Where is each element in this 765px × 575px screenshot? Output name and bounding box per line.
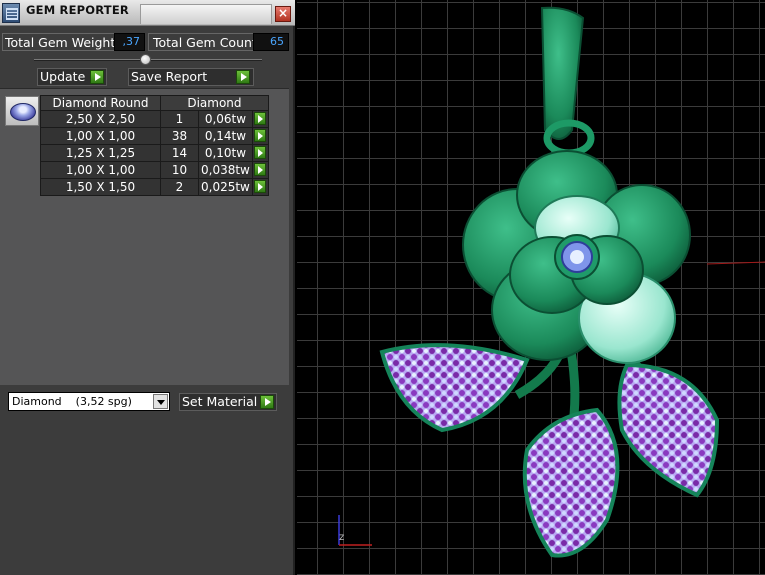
row-go-cell	[251, 178, 269, 196]
splitter-handle[interactable]	[140, 54, 151, 65]
total-gem-weight-value: ,37	[114, 33, 145, 51]
gem-count: 10	[160, 161, 199, 179]
total-gem-weight-label: Total Gem Weight	[2, 33, 119, 51]
row-go-cell	[251, 161, 269, 179]
app-icon	[2, 3, 20, 23]
update-go-icon[interactable]	[90, 70, 104, 84]
row-go-icon[interactable]	[254, 112, 267, 125]
table-row[interactable]: 1,50 X 1,50 2 0,025tw	[40, 178, 269, 196]
row-go-cell	[251, 144, 269, 162]
chevron-down-icon[interactable]	[153, 394, 168, 409]
gem-count: 1	[160, 110, 199, 128]
3d-viewport[interactable]: z	[297, 0, 765, 575]
set-material-go-icon[interactable]	[260, 395, 274, 409]
leaf-left	[379, 343, 530, 433]
axis-label: z	[339, 532, 344, 543]
column-header-shape: Diamond Round	[40, 95, 161, 111]
table-row[interactable]: 2,50 X 2,50 1 0,06tw	[40, 110, 269, 128]
gem-weight: 0,06tw	[198, 110, 253, 128]
gem-size: 2,50 X 2,50	[40, 110, 161, 128]
table-row[interactable]: 1,00 X 1,00 38 0,14tw	[40, 127, 269, 145]
gem-size: 1,25 X 1,25	[40, 144, 161, 162]
gem-weight: 0,14tw	[198, 127, 253, 145]
gem-size: 1,50 X 1,50	[40, 178, 161, 196]
round-diamond-icon	[5, 96, 39, 126]
gem-weight: 0,025tw	[198, 178, 253, 196]
bail	[540, 6, 585, 140]
gem-weight: 0,038tw	[198, 161, 253, 179]
title-tab	[140, 4, 272, 24]
gem-weight: 0,10tw	[198, 144, 253, 162]
axis-gizmo: z	[338, 515, 372, 546]
leaf-right	[617, 362, 720, 498]
pendant-model: z	[338, 6, 765, 558]
row-go-cell	[251, 127, 269, 145]
gem-count: 14	[160, 144, 199, 162]
leaf-bottom	[522, 407, 620, 558]
material-select[interactable]: Diamond (3,52 spg)	[8, 392, 170, 411]
table-row[interactable]: 1,25 X 1,25 14 0,10tw	[40, 144, 269, 162]
row-go-icon[interactable]	[254, 146, 267, 159]
gem-count: 38	[160, 127, 199, 145]
x-axis-line	[706, 261, 765, 265]
total-gem-count-value: 65	[253, 33, 289, 51]
row-go-icon[interactable]	[254, 180, 267, 193]
gem-count: 2	[160, 178, 199, 196]
gem-size: 1,00 X 1,00	[40, 161, 161, 179]
row-go-cell	[251, 110, 269, 128]
gem-table: Diamond Round Diamond 2,50 X 2,50 1 0,06…	[40, 95, 269, 196]
gem-size: 1,00 X 1,00	[40, 127, 161, 145]
row-go-icon[interactable]	[254, 129, 267, 142]
column-header-stone: Diamond	[160, 95, 269, 111]
table-row[interactable]: 1,00 X 1,00 10 0,038tw	[40, 161, 269, 179]
save-report-go-icon[interactable]	[236, 70, 250, 84]
material-selected-value: Diamond (3,52 spg)	[12, 395, 132, 408]
window-title: GEM REPORTER	[26, 3, 129, 17]
total-gem-count-label: Total Gem Count	[148, 33, 262, 51]
gem-reporter-panel: GEM REPORTER × Total Gem Weight ,37 Tota…	[0, 0, 295, 575]
row-go-icon[interactable]	[254, 163, 267, 176]
title-bar[interactable]: GEM REPORTER ×	[0, 0, 295, 26]
close-button[interactable]: ×	[275, 6, 291, 22]
